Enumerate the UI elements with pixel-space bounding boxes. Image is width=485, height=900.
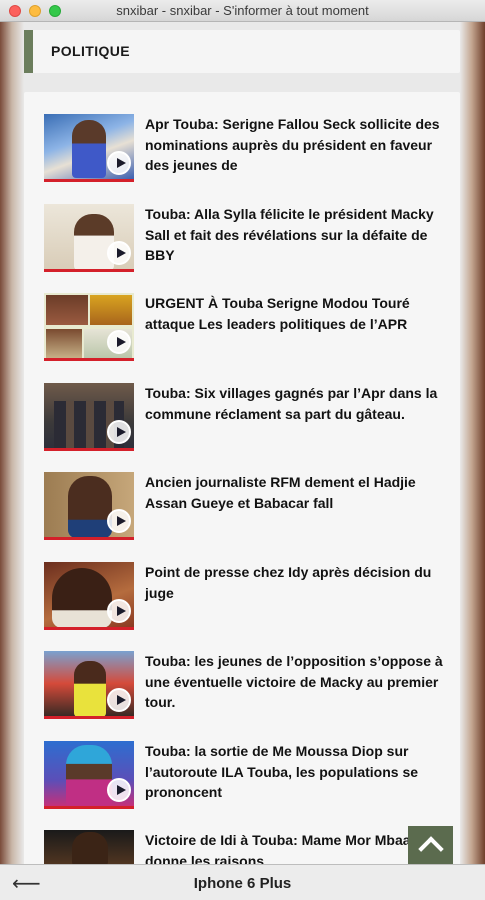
section-header: POLITIQUE bbox=[24, 30, 460, 73]
play-icon[interactable] bbox=[107, 509, 131, 533]
section-accent-bar bbox=[24, 30, 33, 73]
article-thumbnail[interactable] bbox=[44, 293, 134, 361]
play-icon[interactable] bbox=[107, 330, 131, 354]
article-title[interactable]: Touba: Alla Sylla félicite le président … bbox=[145, 204, 445, 266]
article-title[interactable]: Point de presse chez Idy après décision … bbox=[145, 562, 445, 603]
article-item[interactable]: Victoire de Idi à Touba: Mame Mor Mbaaye… bbox=[44, 830, 454, 864]
article-item[interactable]: Touba: Six villages gagnés par l’Apr dan… bbox=[44, 383, 454, 453]
play-icon[interactable] bbox=[107, 599, 131, 623]
play-icon[interactable] bbox=[107, 778, 131, 802]
article-thumbnail[interactable] bbox=[44, 830, 134, 864]
article-item[interactable]: Ancien journaliste RFM dement el Hadjie … bbox=[44, 472, 454, 542]
article-title[interactable]: URGENT À Touba Serigne Modou Touré attaq… bbox=[145, 293, 445, 334]
article-thumbnail[interactable] bbox=[44, 562, 134, 630]
article-item[interactable]: Touba: Alla Sylla félicite le président … bbox=[44, 204, 454, 274]
back-to-top-button[interactable] bbox=[408, 826, 453, 864]
play-icon[interactable] bbox=[107, 241, 131, 265]
device-bottom-bar: ⟵ Iphone 6 Plus bbox=[0, 864, 485, 900]
article-thumbnail[interactable] bbox=[44, 114, 134, 182]
window-title: snxibar - snxibar - S'informer à tout mo… bbox=[116, 3, 369, 18]
article-thumbnail[interactable] bbox=[44, 651, 134, 719]
article-title[interactable]: Touba: la sortie de Me Moussa Diop sur l… bbox=[145, 741, 445, 803]
window-titlebar: snxibar - snxibar - S'informer à tout mo… bbox=[0, 0, 485, 22]
article-title[interactable]: Touba: Six villages gagnés par l’Apr dan… bbox=[145, 383, 445, 424]
article-title[interactable]: Apr Touba: Serigne Fallou Seck sollicite… bbox=[145, 114, 445, 176]
article-title[interactable]: Ancien journaliste RFM dement el Hadjie … bbox=[145, 472, 445, 513]
play-icon[interactable] bbox=[107, 151, 131, 175]
page-viewport[interactable]: POLITIQUE Apr Touba: Serigne Fallou Seck… bbox=[0, 22, 485, 864]
article-item[interactable]: Touba: la sortie de Me Moussa Diop sur l… bbox=[44, 741, 454, 811]
article-thumbnail[interactable] bbox=[44, 383, 134, 451]
article-item[interactable]: URGENT À Touba Serigne Modou Touré attaq… bbox=[44, 293, 454, 363]
article-title[interactable]: Victoire de Idi à Touba: Mame Mor Mbaaye… bbox=[145, 830, 445, 864]
article-item[interactable]: Point de presse chez Idy après décision … bbox=[44, 562, 454, 632]
article-list: Apr Touba: Serigne Fallou Seck sollicite… bbox=[24, 92, 460, 864]
article-thumbnail[interactable] bbox=[44, 741, 134, 809]
article-item[interactable]: Apr Touba: Serigne Fallou Seck sollicite… bbox=[44, 114, 454, 184]
device-label: Iphone 6 Plus bbox=[193, 875, 292, 892]
play-icon[interactable] bbox=[107, 420, 131, 444]
article-item[interactable]: Touba: les jeunes de l’opposition s’oppo… bbox=[44, 651, 454, 721]
play-icon[interactable] bbox=[107, 688, 131, 712]
section-title: POLITIQUE bbox=[51, 43, 131, 59]
article-title[interactable]: Touba: les jeunes de l’opposition s’oppo… bbox=[145, 651, 445, 713]
article-thumbnail[interactable] bbox=[44, 204, 134, 272]
article-thumbnail[interactable] bbox=[44, 472, 134, 540]
